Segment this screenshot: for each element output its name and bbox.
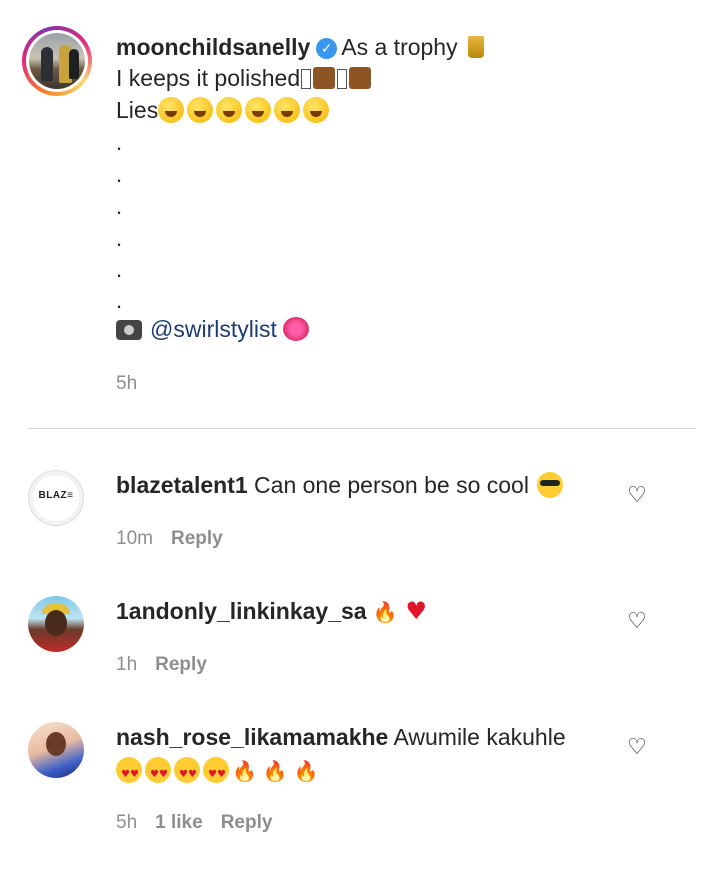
caption-dot: . — [116, 226, 123, 251]
caption-dot: . — [116, 257, 123, 282]
comment-timestamp: 5h — [116, 812, 138, 833]
post-caption: moonchildsanelly ✓ As a trophy I keeps it … — [0, 0, 720, 430]
comment-meta: 1h Reply — [116, 653, 207, 677]
rofl-emoji-icon — [216, 97, 243, 123]
commenter-avatar[interactable]: BLAZ≡ — [28, 470, 84, 526]
heart-eyes-emoji-icon — [116, 757, 142, 790]
commenter-avatar[interactable] — [28, 596, 84, 652]
caption-line-1: moonchildsanelly ✓ As a trophy — [116, 32, 484, 62]
comment-body: blazetalent1 Can one person be so cool — [116, 470, 563, 500]
fire-emoji-icon: 🔥 — [293, 759, 319, 783]
avatar-logo-text: BLAZ≡ — [38, 490, 74, 501]
caption-dot: . — [116, 162, 123, 187]
red-heart-emoji-icon: ♥ — [405, 597, 427, 625]
heart-eyes-emoji-icon — [145, 757, 171, 790]
caption-text-1: As a trophy — [341, 34, 458, 60]
skin-tone-icon — [313, 67, 336, 89]
camera-flash-emoji-icon — [116, 320, 142, 340]
like-heart-icon[interactable]: ♡ — [624, 608, 650, 634]
reply-button[interactable]: Reply — [155, 654, 207, 675]
fire-emoji-icon: 🔥 — [232, 759, 257, 783]
comment-meta: 10m Reply — [116, 527, 223, 551]
caption-dot: . — [116, 194, 123, 219]
rofl-emoji-icon — [187, 97, 214, 123]
missing-glyph-icon — [301, 69, 312, 89]
like-heart-icon[interactable]: ♡ — [624, 482, 650, 508]
like-heart-icon[interactable]: ♡ — [624, 734, 650, 760]
rofl-emoji-icon — [303, 97, 330, 123]
commenter-avatar[interactable] — [28, 722, 84, 778]
caption-author-avatar[interactable] — [22, 26, 92, 96]
caption-dot: . — [116, 288, 123, 313]
comment-timestamp: 10m — [116, 528, 153, 549]
comment-text: Can one person be so cool — [254, 472, 529, 498]
sunglasses-emoji-icon — [536, 472, 563, 498]
comment-body: nash_rose_likamamakhe Awumile kakuhle — [116, 722, 566, 752]
comment-username[interactable]: nash_rose_likamamakhe — [116, 724, 388, 750]
trophy-emoji-icon — [467, 36, 484, 58]
caption-text-2: I keeps it polished — [116, 65, 301, 91]
rofl-emoji-icon — [158, 97, 185, 123]
likes-count-button[interactable]: 1 like — [155, 812, 203, 833]
hibiscus-emoji-icon — [282, 317, 309, 341]
reply-button[interactable]: Reply — [221, 812, 273, 833]
caption-credit-line: @swirlstylist — [116, 314, 309, 344]
caption-line-3: Lies — [116, 95, 332, 125]
rofl-emoji-icon — [245, 97, 272, 123]
comment-timestamp: 1h — [116, 654, 138, 675]
comment-meta: 5h 1 like Reply — [116, 811, 272, 835]
comment-body: 1andonly_linkinkay_sa 🔥 ♥ — [116, 596, 427, 627]
missing-glyph-icon — [337, 69, 348, 89]
fire-emoji-icon: 🔥 — [262, 759, 288, 783]
comment-username[interactable]: 1andonly_linkinkay_sa — [116, 598, 367, 624]
reply-button[interactable]: Reply — [171, 528, 223, 549]
caption-username[interactable]: moonchildsanelly — [116, 34, 310, 60]
heart-eyes-emoji-icon — [203, 757, 229, 790]
comment-username[interactable]: blazetalent1 — [116, 472, 248, 498]
skin-tone-icon — [349, 67, 372, 89]
mention-link[interactable]: @swirlstylist — [150, 316, 277, 342]
caption-line-2: I keeps it polished — [116, 63, 372, 93]
divider — [28, 428, 696, 429]
fire-emoji-icon: 🔥 — [372, 600, 398, 624]
heart-eyes-emoji-icon — [174, 757, 200, 790]
comment-text: Awumile kakuhle — [393, 724, 566, 750]
caption-timestamp: 5h — [116, 373, 138, 394]
caption-meta: 5h — [116, 372, 137, 396]
comment-emoji-line: 🔥🔥🔥 — [116, 755, 319, 790]
rofl-emoji-icon — [274, 97, 301, 123]
caption-text-3: Lies — [116, 97, 159, 123]
caption-dot: . — [116, 130, 123, 155]
verified-badge-icon: ✓ — [316, 38, 338, 59]
